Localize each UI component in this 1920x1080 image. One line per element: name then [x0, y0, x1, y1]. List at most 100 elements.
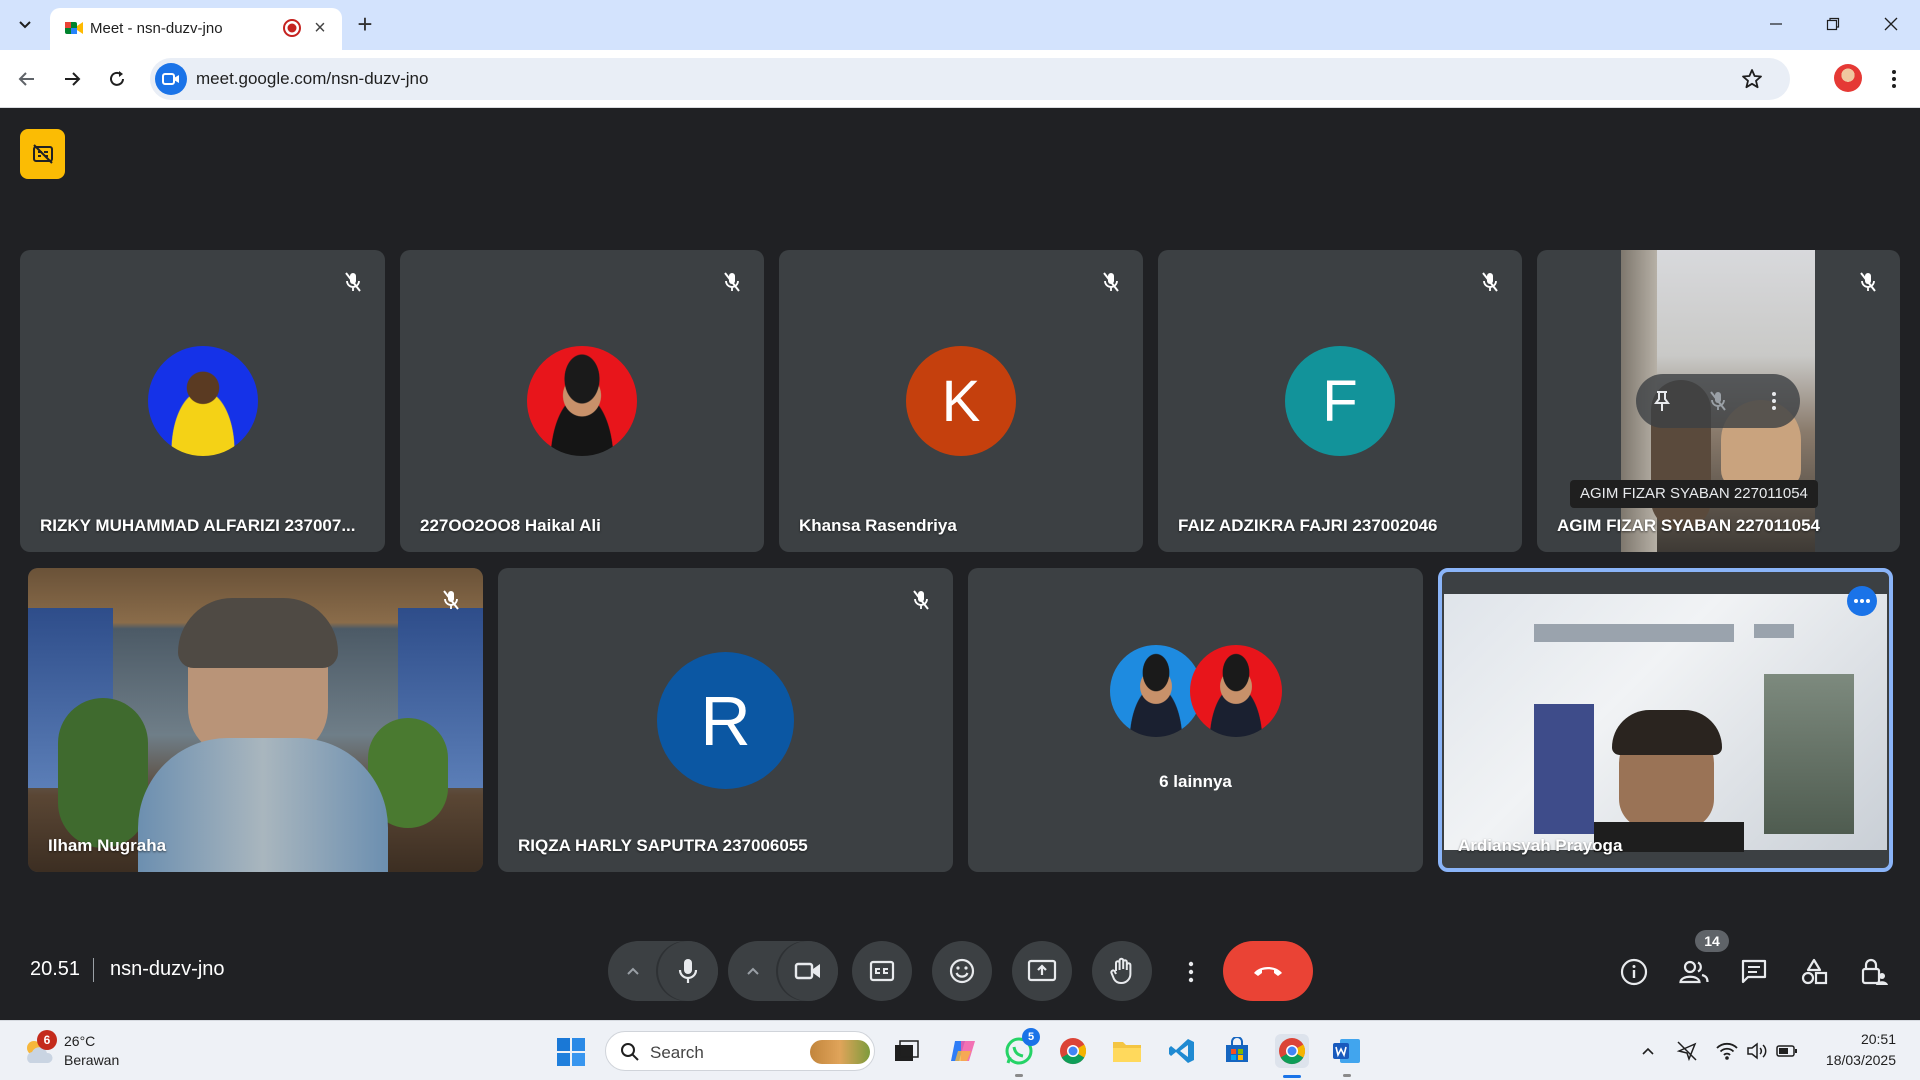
task-view-button[interactable] — [889, 1034, 923, 1068]
camera-button[interactable] — [778, 941, 838, 1001]
participant-tile[interactable]: Ilham Nugraha — [28, 568, 483, 872]
tile-more-options-button[interactable] — [1760, 387, 1788, 415]
bookmark-star-icon[interactable] — [1740, 67, 1764, 91]
participant-tile[interactable]: K Khansa Rasendriya — [779, 250, 1143, 552]
participant-name: Ardiansyah Prayoga — [1458, 836, 1623, 855]
forward-button[interactable] — [56, 63, 88, 95]
search-placeholder: Search — [650, 1043, 704, 1062]
whatsapp-app[interactable]: 5 — [1002, 1028, 1040, 1068]
word-app[interactable] — [1330, 1034, 1364, 1068]
running-indicator — [1343, 1074, 1351, 1077]
participant-tile[interactable]: RIZKY MUHAMMAD ALFARIZI 237007... — [20, 250, 385, 552]
more-vertical-icon — [1772, 392, 1776, 410]
address-bar[interactable]: meet.google.com/nsn-duzv-jno — [150, 58, 1790, 100]
chrome-menu-button[interactable] — [1880, 64, 1908, 94]
word-icon — [1333, 1039, 1360, 1063]
store-icon — [1226, 1037, 1248, 1062]
more-vertical-icon — [1892, 70, 1896, 88]
tab-search-button[interactable] — [10, 10, 40, 40]
copilot-icon — [951, 1041, 975, 1061]
reactions-button[interactable] — [932, 941, 992, 1001]
restore-button[interactable] — [1810, 8, 1856, 40]
captions-off-indicator[interactable] — [20, 129, 65, 179]
vscode-icon — [1169, 1039, 1194, 1063]
more-options-button[interactable] — [1176, 956, 1206, 988]
participant-tile[interactable]: F FAIZ ADZIKRA FAJRI 237002046 — [1158, 250, 1522, 552]
participant-name: 227OO2OO8 Haikal Ali — [420, 516, 601, 535]
close-tab-button[interactable]: × — [309, 17, 331, 39]
site-info-button[interactable] — [155, 63, 187, 95]
back-button[interactable] — [11, 63, 43, 95]
chrome-icon — [1060, 1038, 1087, 1065]
microphone-icon — [678, 959, 698, 983]
location-tray-icon[interactable] — [1676, 1040, 1698, 1062]
raise-hand-button[interactable] — [1092, 941, 1152, 1001]
chevron-up-icon — [1642, 1047, 1654, 1055]
chrome-icon — [1279, 1038, 1306, 1065]
profile-avatar[interactable] — [1834, 64, 1862, 92]
participant-tile[interactable]: R RIQZA HARLY SAPUTRA 237006055 — [498, 568, 953, 872]
taskbar-search[interactable]: Search — [605, 1031, 875, 1071]
participant-name: RIQZA HARLY SAPUTRA 237006055 — [518, 836, 808, 855]
audio-options-button[interactable] — [618, 956, 648, 986]
mute-participant-button[interactable] — [1704, 387, 1732, 415]
captions-button[interactable] — [852, 941, 912, 1001]
windows-taskbar: 6 26°C Berawan Search 5 20:51 18/03/2025 — [0, 1020, 1920, 1080]
taskbar-clock-date[interactable]: 18/03/2025 — [1826, 1052, 1896, 1068]
people-button[interactable] — [1678, 956, 1710, 988]
whatsapp-badge: 5 — [1022, 1028, 1040, 1046]
minimize-icon — [1770, 23, 1782, 25]
microsoft-store-app[interactable] — [1220, 1034, 1254, 1068]
others-tile[interactable]: 6 lainnya — [968, 568, 1423, 872]
reload-icon — [110, 71, 124, 86]
people-icon — [1679, 960, 1709, 984]
wifi-tray-icon[interactable] — [1716, 1040, 1738, 1062]
windows-start-icon[interactable] — [556, 1037, 586, 1067]
others-count-label: 6 lainnya — [1159, 772, 1232, 791]
video-options-button[interactable] — [738, 956, 768, 986]
more-horizontal-icon — [1854, 599, 1870, 603]
chrome-active-window[interactable] — [1275, 1034, 1309, 1068]
battery-icon — [1776, 1045, 1797, 1057]
participant-avatar-photo — [527, 346, 637, 456]
taskbar-clock-time[interactable]: 20:51 — [1861, 1031, 1896, 1047]
browser-tab[interactable]: Meet - nsn-duzv-jno × — [50, 8, 342, 50]
copilot-app[interactable] — [946, 1034, 980, 1068]
video-camera-icon — [162, 73, 179, 85]
show-hidden-icons-button[interactable] — [1637, 1040, 1659, 1062]
volume-tray-icon[interactable] — [1746, 1040, 1768, 1062]
hand-icon — [1110, 957, 1132, 985]
file-explorer-app[interactable] — [1110, 1034, 1144, 1068]
location-icon — [1676, 1041, 1697, 1062]
self-tile-more-button[interactable] — [1847, 586, 1877, 616]
host-controls-button[interactable] — [1858, 956, 1890, 988]
close-window-button[interactable] — [1868, 8, 1914, 40]
self-video — [1444, 594, 1887, 852]
participant-tile[interactable]: 227OO2OO8 Haikal Ali — [400, 250, 764, 552]
browser-toolbar: meet.google.com/nsn-duzv-jno — [0, 50, 1920, 108]
url-text: meet.google.com/nsn-duzv-jno — [196, 69, 429, 88]
vscode-app[interactable] — [1165, 1034, 1199, 1068]
lock-person-icon — [1861, 958, 1888, 985]
pin-button[interactable] — [1648, 387, 1676, 415]
closed-captions-off-icon — [32, 144, 53, 164]
microphone-button[interactable] — [658, 941, 718, 1001]
reload-button[interactable] — [101, 63, 133, 95]
leave-call-button[interactable] — [1223, 941, 1313, 1001]
mic-off-icon — [1097, 268, 1125, 296]
chat-button[interactable] — [1738, 956, 1770, 988]
participant-avatar-photo — [148, 346, 258, 456]
new-tab-button[interactable]: + — [350, 10, 380, 40]
chrome-app[interactable] — [1056, 1034, 1090, 1068]
minimize-button[interactable] — [1753, 8, 1799, 40]
mic-off-icon — [1854, 268, 1882, 296]
activities-button[interactable] — [1798, 956, 1830, 988]
weather-alert-badge: 6 — [37, 1030, 57, 1050]
running-indicator — [1015, 1074, 1023, 1077]
meeting-details-button[interactable] — [1618, 956, 1650, 988]
self-view-tile[interactable]: Ardiansyah Prayoga — [1438, 568, 1893, 872]
present-screen-button[interactable] — [1012, 941, 1072, 1001]
participant-avatar-initial: R — [657, 652, 794, 789]
camera-control — [728, 941, 838, 1001]
battery-tray-icon[interactable] — [1776, 1040, 1798, 1062]
